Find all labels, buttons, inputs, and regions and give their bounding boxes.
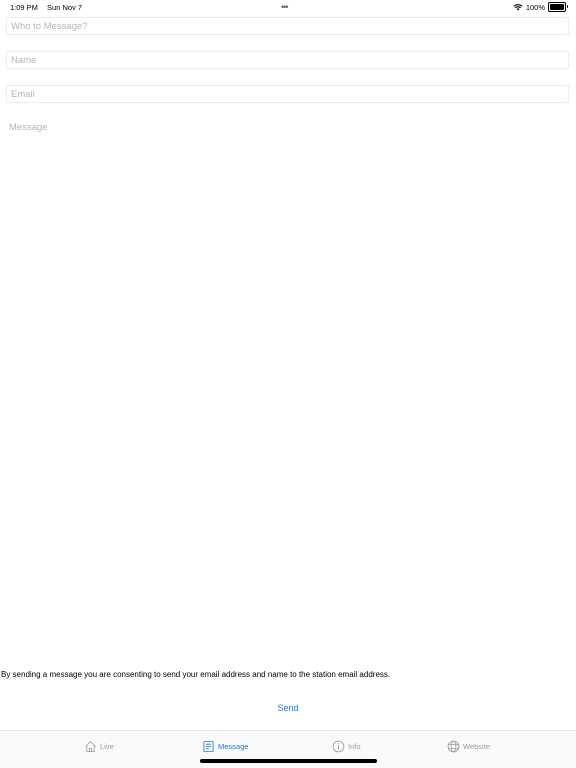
- email-input[interactable]: [6, 85, 569, 103]
- status-time: 1:09 PM: [10, 3, 38, 12]
- home-indicator[interactable]: [200, 759, 377, 763]
- status-date: Sun Nov 7: [47, 3, 83, 12]
- recipient-input[interactable]: [6, 17, 569, 35]
- consent-notice: By sending a message you are consenting …: [1, 670, 391, 679]
- send-button[interactable]: Send: [263, 700, 313, 716]
- multitasking-dots-icon[interactable]: •••: [281, 2, 289, 12]
- globe-icon: [447, 740, 460, 752]
- message-textarea[interactable]: [6, 120, 569, 640]
- message-icon: [203, 740, 214, 752]
- tab-live-label: Live: [100, 741, 114, 751]
- tab-message[interactable]: Message: [202, 739, 248, 753]
- tab-website-label: Website: [463, 741, 490, 751]
- tab-info-label: Info: [348, 741, 361, 751]
- battery-percentage: 100%: [525, 2, 545, 12]
- battery-icon: [548, 2, 568, 12]
- tab-message-label: Message: [218, 741, 249, 751]
- info-icon: [332, 740, 345, 752]
- wifi-icon: [513, 4, 523, 11]
- tab-info[interactable]: Info: [332, 739, 361, 753]
- status-bar: 1:09 PM Sun Nov 7 ••• 100%: [0, 0, 576, 14]
- tab-live[interactable]: Live: [84, 739, 114, 753]
- name-input[interactable]: [6, 51, 569, 69]
- tab-website[interactable]: Website: [447, 739, 490, 753]
- home-icon: [85, 740, 96, 752]
